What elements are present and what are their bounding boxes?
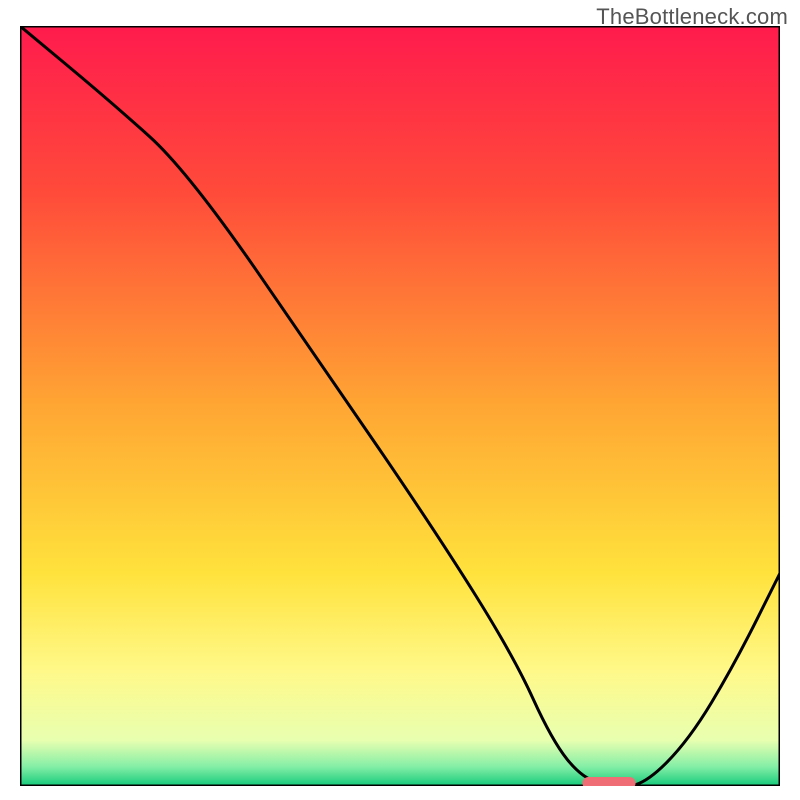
plot-area [20,26,780,786]
chart-container: TheBottleneck.com [0,0,800,800]
optimal-range-marker [582,777,635,786]
gradient-background [20,26,780,786]
chart-svg [20,26,780,786]
